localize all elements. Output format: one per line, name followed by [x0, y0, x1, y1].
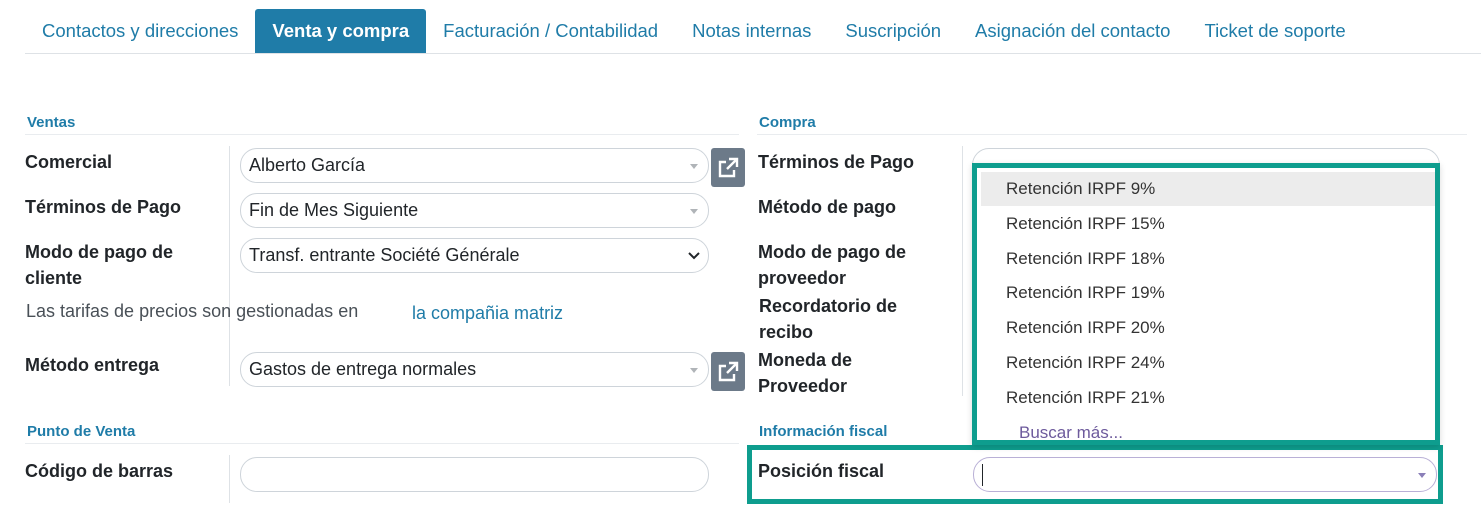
metodo-entrega-label: Método entrega	[25, 355, 160, 375]
buscar-mas-link[interactable]: Buscar más...	[981, 416, 1435, 450]
ventas-section-title: Ventas	[27, 114, 76, 131]
dropdown-option[interactable]: Retención IRPF 24%	[981, 346, 1435, 380]
external-link-icon	[718, 361, 739, 381]
modo-pago-cliente-label-line2: cliente	[25, 268, 83, 288]
tarifas-text: Las tarifas de precios son gestionadas e…	[26, 301, 359, 321]
comercial-external-link-button[interactable]	[711, 148, 745, 187]
metodo-entrega-external-link-button[interactable]	[711, 352, 745, 391]
caret-down-icon	[690, 164, 698, 169]
posicion-fiscal-dropdown: Retención IRPF 9% Retención IRPF 15% Ret…	[972, 163, 1440, 445]
tab-ticket-soporte[interactable]: Ticket de soporte	[1187, 9, 1362, 53]
dropdown-option[interactable]: Retención IRPF 15%	[981, 207, 1435, 241]
punto-venta-divider	[25, 443, 739, 444]
modo-pago-cliente-label-line1: Modo de pago de	[25, 242, 173, 262]
informacion-fiscal-section-title: Información fiscal	[759, 423, 888, 440]
tab-facturacion-contabilidad[interactable]: Facturación / Contabilidad	[426, 9, 675, 53]
external-link-icon	[718, 157, 739, 177]
metodo-entrega-field[interactable]: Gastos de entrega normales	[240, 352, 709, 387]
dropdown-option[interactable]: Retención IRPF 20%	[981, 311, 1435, 345]
terminos-pago-label: Términos de Pago	[25, 197, 182, 217]
tab-contactos-direcciones[interactable]: Contactos y direcciones	[25, 9, 255, 53]
recordatorio-recibo-label-line2: recibo	[759, 322, 814, 342]
codigo-barras-input[interactable]	[240, 457, 709, 492]
tab-venta-compra[interactable]: Venta y compra	[255, 9, 427, 53]
moneda-proveedor-label-line1: Moneda de	[758, 350, 853, 370]
compania-matriz-link[interactable]: la compañia matriz	[412, 303, 563, 324]
ventas-separator	[229, 146, 230, 386]
codigo-barras-label: Código de barras	[25, 461, 174, 481]
tab-asignacion-contacto[interactable]: Asignación del contacto	[958, 9, 1187, 53]
compra-divider	[757, 134, 1467, 135]
moneda-proveedor-label-line2: Proveedor	[758, 376, 848, 396]
compra-metodo-pago-label: Método de pago	[758, 197, 896, 217]
posicion-fiscal-highlight-frame	[747, 445, 1443, 504]
modo-pago-cliente-select[interactable]: Transf. entrante Société Générale	[240, 238, 709, 273]
dropdown-option[interactable]: Retención IRPF 9%	[981, 172, 1435, 206]
compra-section-title: Compra	[759, 114, 816, 131]
chevron-down-icon	[688, 252, 700, 260]
dropdown-option[interactable]: Retención IRPF 21%	[981, 381, 1435, 415]
punto-venta-separator	[229, 455, 230, 503]
modo-pago-proveedor-label-line1: Modo de pago de	[758, 242, 906, 262]
dropdown-option[interactable]: Retención IRPF 19%	[981, 276, 1435, 310]
compra-separator	[962, 146, 963, 396]
compra-terminos-pago-label: Términos de Pago	[758, 152, 915, 172]
comercial-label: Comercial	[25, 152, 113, 172]
modo-pago-cliente-value: Transf. entrante Société Générale	[249, 245, 520, 265]
punto-venta-section-title: Punto de Venta	[27, 423, 136, 440]
caret-down-icon	[690, 209, 698, 214]
comercial-field[interactable]: Alberto García	[240, 148, 709, 183]
terminos-pago-field[interactable]: Fin de Mes Siguiente	[240, 193, 709, 228]
modo-pago-proveedor-label-line2: proveedor	[758, 268, 847, 288]
metodo-entrega-value: Gastos de entrega normales	[249, 359, 477, 379]
recordatorio-recibo-label-line1: Recordatorio de	[759, 296, 898, 316]
ventas-divider	[25, 134, 739, 135]
comercial-value: Alberto García	[249, 155, 366, 175]
caret-down-icon	[690, 368, 698, 373]
notebook-tabs: Contactos y direcciones Venta y compra F…	[25, 9, 1481, 54]
terminos-pago-value: Fin de Mes Siguiente	[249, 200, 419, 220]
tab-notas-internas[interactable]: Notas internas	[675, 9, 828, 53]
dropdown-option[interactable]: Retención IRPF 18%	[981, 242, 1435, 276]
tab-suscripcion[interactable]: Suscripción	[828, 9, 958, 53]
